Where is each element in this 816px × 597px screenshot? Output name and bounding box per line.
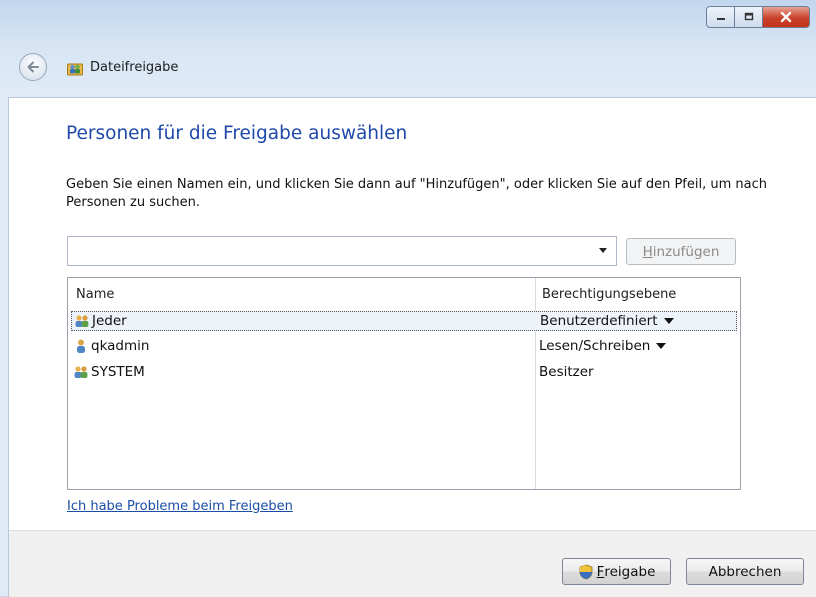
- column-divider: [535, 278, 536, 489]
- back-arrow-icon: [27, 61, 39, 73]
- user-icon: [77, 339, 85, 353]
- close-icon: [780, 11, 792, 23]
- permission-label: Lesen/Schreiben: [539, 338, 651, 354]
- group-icon: [74, 366, 88, 378]
- row-permission[interactable]: Lesen/Schreiben: [539, 338, 667, 354]
- share-button[interactable]: Freigabe: [562, 558, 671, 585]
- group-icon: [75, 315, 89, 327]
- share-button-label: reigabe: [604, 563, 656, 580]
- column-header-name[interactable]: Name: [68, 278, 536, 306]
- help-link[interactable]: Ich habe Probleme beim Freigeben: [67, 499, 293, 514]
- file-sharing-icon: [67, 63, 83, 76]
- minimize-button[interactable]: [706, 6, 735, 28]
- list-row-qkadmin[interactable]: qkadmin Lesen/Schreiben: [71, 336, 737, 356]
- window-controls: [706, 6, 810, 28]
- list-header: Name Berechtigungsebene: [68, 278, 740, 306]
- page-heading: Personen für die Freigabe auswählen: [66, 123, 408, 144]
- row-name: Jeder: [92, 313, 127, 329]
- list-row-system[interactable]: SYSTEM Besitzer: [71, 362, 737, 382]
- dropdown-arrow-icon[interactable]: [599, 248, 607, 253]
- uac-shield-icon: [579, 564, 592, 579]
- permission-label: Benutzerdefiniert: [540, 313, 658, 329]
- row-permission: Besitzer: [539, 364, 594, 380]
- add-button[interactable]: Hinzufügen: [626, 238, 736, 265]
- name-combobox[interactable]: [67, 236, 617, 266]
- window-title: Dateifreigabe: [90, 60, 179, 75]
- column-header-permission[interactable]: Berechtigungsebene: [536, 278, 740, 306]
- permission-dropdown-icon[interactable]: [663, 318, 674, 324]
- back-button[interactable]: [19, 53, 47, 81]
- maximize-button[interactable]: [735, 6, 763, 28]
- sharing-list[interactable]: Name Berechtigungsebene Jeder Benutzerde…: [67, 277, 741, 490]
- name-input[interactable]: [72, 238, 586, 266]
- minimize-icon: [716, 18, 725, 20]
- row-name: SYSTEM: [91, 364, 145, 380]
- share-button-accesskey: F: [596, 563, 605, 580]
- add-button-label-post: inzufügen: [652, 243, 720, 260]
- list-row-jeder[interactable]: Jeder Benutzerdefiniert: [71, 311, 737, 331]
- maximize-icon: [744, 12, 753, 21]
- cancel-button[interactable]: Abbrechen: [686, 558, 804, 585]
- row-name: qkadmin: [91, 338, 150, 354]
- permission-dropdown-icon[interactable]: [656, 343, 667, 349]
- add-button-accesskey: H: [642, 243, 653, 260]
- row-permission[interactable]: Benutzerdefiniert: [540, 313, 674, 329]
- close-button[interactable]: [763, 6, 810, 28]
- instruction-text: Geben Sie einen Namen ein, und klicken S…: [66, 177, 767, 210]
